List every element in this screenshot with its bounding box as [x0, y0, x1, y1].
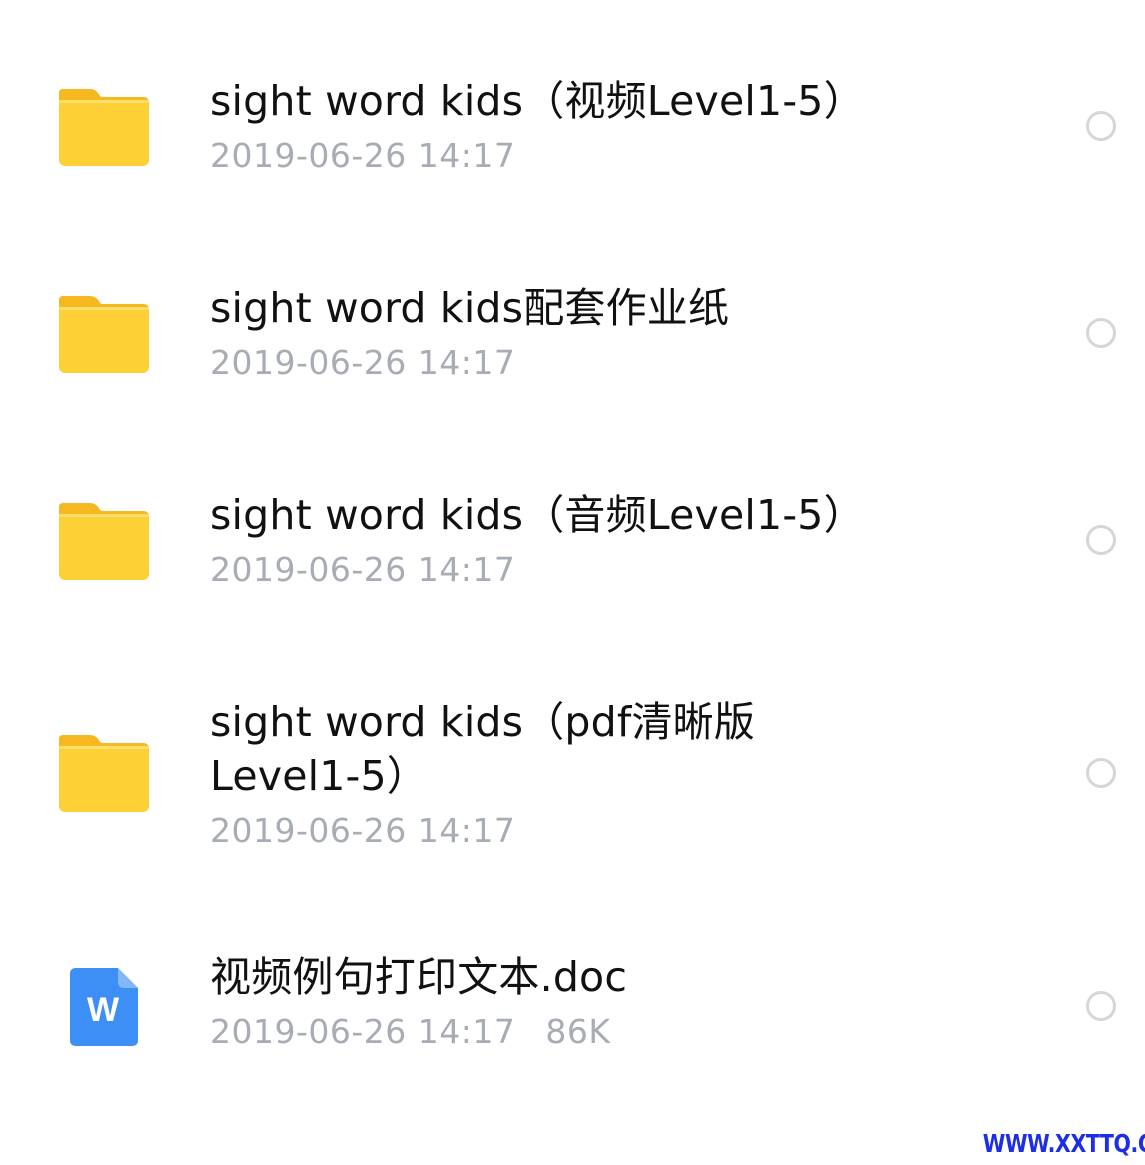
file-info: sight word kids（pdf清晰版Level1-5） 2019-06-… [210, 695, 810, 851]
file-meta: 2019-06-26 14:17 [210, 343, 990, 383]
file-info: sight word kids配套作业纸 2019-06-26 14:17 [210, 281, 990, 383]
file-row[interactable]: sight word kids（音频Level1-5） 2019-06-26 1… [0, 417, 1145, 624]
folder-icon [57, 500, 151, 586]
file-name: sight word kids（视频Level1-5） [210, 77, 865, 125]
file-date: 2019-06-26 14:17 [210, 550, 516, 589]
file-row[interactable]: sight word kids（视频Level1-5） 2019-06-26 1… [0, 0, 1145, 210]
file-info: sight word kids（音频Level1-5） 2019-06-26 1… [210, 488, 990, 590]
radio-unchecked-icon[interactable] [1086, 318, 1116, 348]
file-meta: 2019-06-26 14:17 [210, 811, 810, 851]
file-date: 2019-06-26 14:17 [210, 811, 516, 850]
file-name: sight word kids（pdf清晰版Level1-5） [210, 698, 756, 800]
folder-icon [57, 293, 151, 379]
watermark: WWW.XXTTQ.COM [982, 1129, 1145, 1158]
file-list: sight word kids（视频Level1-5） 2019-06-26 1… [0, 0, 1145, 1165]
file-size: 86K [545, 1012, 611, 1051]
file-row[interactable]: sight word kids配套作业纸 2019-06-26 14:17 [0, 210, 1145, 417]
file-meta: 2019-06-26 14:17 [210, 136, 990, 176]
word-badge-letter: W [87, 991, 120, 1029]
file-date: 2019-06-26 14:17 [210, 1012, 516, 1051]
radio-unchecked-icon[interactable] [1086, 525, 1116, 555]
file-row[interactable]: W 视频例句打印文本.doc 2019-06-26 14:17 86K [0, 884, 1145, 1124]
folder-icon [57, 86, 151, 172]
file-row[interactable]: sight word kids（pdf清晰版Level1-5） 2019-06-… [0, 624, 1145, 884]
radio-unchecked-icon[interactable] [1086, 758, 1116, 788]
file-info: 视频例句打印文本.doc 2019-06-26 14:17 86K [210, 950, 990, 1052]
file-info: sight word kids（视频Level1-5） 2019-06-26 1… [210, 74, 990, 176]
radio-unchecked-icon[interactable] [1086, 111, 1116, 141]
file-meta: 2019-06-26 14:17 86K [210, 1012, 990, 1052]
word-doc-icon: W [68, 966, 140, 1052]
file-name: sight word kids（音频Level1-5） [210, 491, 865, 539]
file-name: sight word kids配套作业纸 [210, 284, 730, 332]
file-date: 2019-06-26 14:17 [210, 343, 516, 382]
radio-unchecked-icon[interactable] [1086, 991, 1116, 1021]
file-name: 视频例句打印文本.doc [210, 953, 628, 1001]
file-date: 2019-06-26 14:17 [210, 136, 516, 175]
file-meta: 2019-06-26 14:17 [210, 550, 990, 590]
folder-icon [57, 732, 151, 818]
